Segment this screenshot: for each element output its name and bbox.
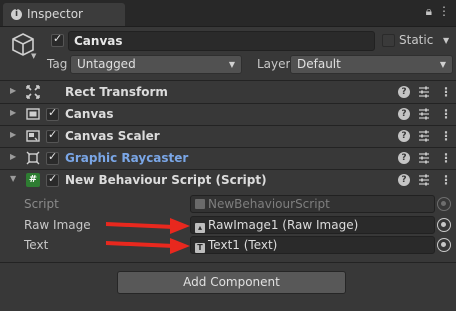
raw-image-icon: ▴ [195, 223, 205, 233]
add-component-button[interactable]: Add Component [117, 271, 346, 294]
help-icon[interactable]: ? [398, 174, 410, 186]
divider [0, 80, 456, 81]
static-checkbox[interactable] [382, 34, 395, 47]
component-canvas[interactable]: ▶ Canvas ? ⋮ [0, 104, 456, 125]
icon-dropdown-caret[interactable]: ▼ [31, 52, 36, 60]
active-checkbox[interactable] [51, 32, 64, 47]
component-rect-transform[interactable]: ▶ Rect Transform ? ⋮ [0, 82, 456, 103]
help-icon[interactable]: ? [398, 130, 410, 142]
presets-icon[interactable] [418, 85, 430, 99]
field-label-script: Script [24, 197, 59, 211]
text-object-value: Text1 (Text) [208, 238, 278, 252]
static-dropdown-caret[interactable]: ▼ [443, 36, 449, 45]
annotation-arrow-text [106, 238, 190, 254]
foldout-arrow-down-icon[interactable]: ▼ [10, 174, 16, 183]
annotation-arrows [106, 218, 190, 254]
enabled-checkbox[interactable] [46, 106, 59, 121]
gameobject-name-field[interactable]: Canvas [68, 31, 375, 51]
more-vertical-icon[interactable]: ⋮ [440, 107, 452, 121]
more-vertical-icon[interactable]: ⋮ [440, 151, 452, 165]
divider [0, 262, 456, 263]
script-object-value: NewBehaviourScript [208, 197, 330, 211]
more-vertical-icon[interactable]: ⋮ [440, 85, 452, 99]
object-picker-icon[interactable] [437, 218, 451, 232]
object-picker-icon[interactable] [437, 238, 451, 252]
help-icon[interactable]: ? [398, 152, 410, 164]
enabled-checkbox[interactable] [46, 150, 59, 165]
help-icon[interactable]: ? [398, 86, 410, 98]
component-name: Canvas [65, 107, 114, 121]
info-icon: i [11, 9, 22, 20]
component-canvas-scaler[interactable]: ▶ Canvas Scaler ? ⋮ [0, 126, 456, 147]
annotation-arrow-raw-image [106, 218, 190, 234]
field-label-text: Text [24, 238, 49, 252]
text-object-field[interactable]: T Text1 (Text) [190, 236, 435, 254]
chevron-down-icon: ▼ [439, 60, 446, 69]
component-graphic-raycaster[interactable]: ▶ Graphic Raycaster ? ⋮ [0, 148, 456, 169]
tag-value: Untagged [77, 57, 136, 71]
component-name: Rect Transform [65, 85, 168, 99]
enabled-checkbox[interactable] [46, 172, 59, 187]
layer-value: Default [297, 57, 341, 71]
component-name: Graphic Raycaster [65, 151, 189, 165]
graphic-raycaster-icon [26, 151, 40, 165]
foldout-arrow-icon[interactable]: ▶ [10, 152, 16, 161]
inspector-tab-bar: i Inspector 🔒︎ ⋮ [0, 0, 456, 27]
raw-image-object-field[interactable]: ▴ RawImage1 (Raw Image) [190, 216, 435, 234]
canvas-scaler-icon [26, 130, 40, 142]
raw-image-object-value: RawImage1 (Raw Image) [208, 218, 359, 232]
foldout-arrow-icon[interactable]: ▶ [10, 130, 16, 139]
window-controls: 🔒︎ ⋮ [420, 4, 450, 19]
more-vertical-icon[interactable]: ⋮ [440, 129, 452, 143]
text-component-icon: T [195, 243, 205, 253]
component-name: Canvas Scaler [65, 129, 160, 143]
presets-icon[interactable] [418, 107, 430, 121]
tab-inspector-label: Inspector [27, 7, 83, 21]
tag-dropdown[interactable]: Untagged ▼ [70, 55, 242, 74]
layer-dropdown[interactable]: Default ▼ [290, 55, 453, 74]
chevron-down-icon: ▼ [228, 60, 235, 69]
csharp-script-icon: # [26, 173, 40, 187]
enabled-checkbox[interactable] [46, 128, 59, 143]
foldout-arrow-icon[interactable]: ▶ [10, 108, 16, 117]
tag-label: Tag [47, 57, 68, 71]
field-label-raw-image: Raw Image [24, 218, 91, 232]
rect-transform-icon [26, 85, 40, 99]
presets-icon[interactable] [418, 173, 430, 187]
foldout-arrow-icon[interactable]: ▶ [10, 86, 16, 95]
canvas-icon [26, 108, 40, 120]
help-icon[interactable]: ? [398, 108, 410, 120]
lock-icon[interactable]: 🔒︎ [426, 4, 432, 18]
more-vertical-icon[interactable]: ⋮ [438, 4, 450, 18]
layer-label: Layer [257, 57, 291, 71]
presets-icon[interactable] [418, 151, 430, 165]
script-file-icon [195, 199, 205, 209]
more-vertical-icon[interactable]: ⋮ [440, 173, 452, 187]
tab-inspector[interactable]: i Inspector [3, 3, 125, 26]
component-name: New Behaviour Script (Script) [65, 173, 267, 187]
script-object-field: NewBehaviourScript [190, 195, 435, 213]
object-picker-icon [437, 197, 451, 211]
presets-icon[interactable] [418, 129, 430, 143]
component-new-behaviour-script[interactable]: ▼ # New Behaviour Script (Script) ? ⋮ [0, 170, 456, 191]
static-label: Static [399, 33, 434, 47]
